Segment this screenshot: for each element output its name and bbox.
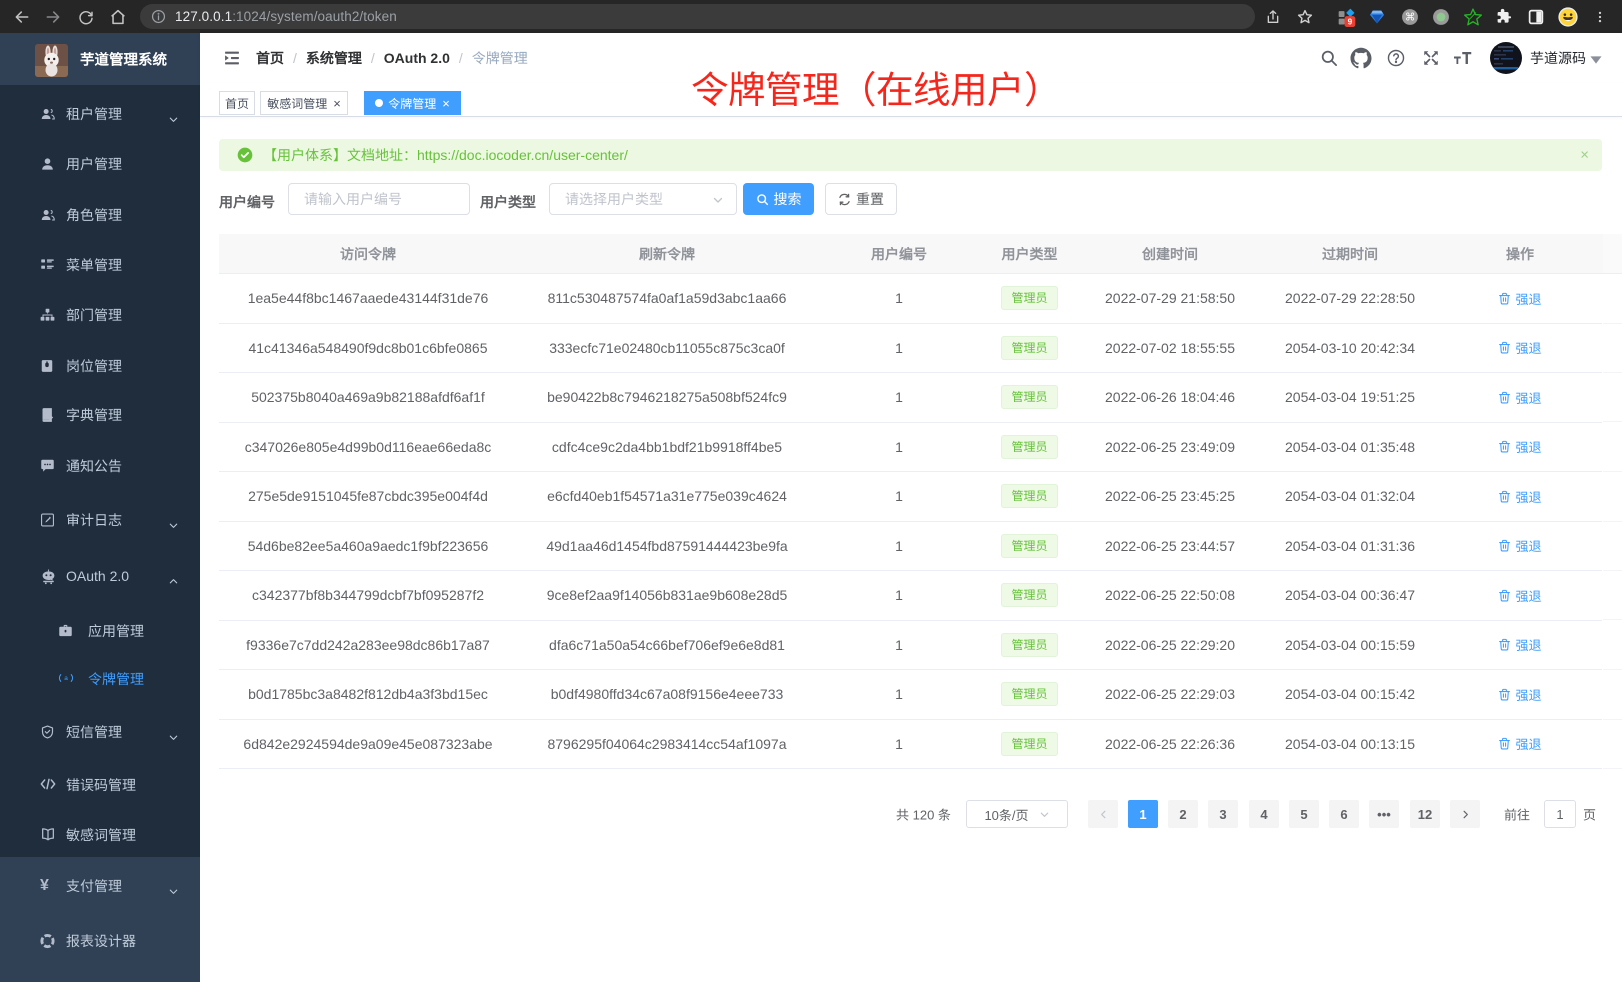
svg-text:⌘: ⌘ [1405, 12, 1415, 23]
svg-text:9: 9 [1348, 16, 1353, 26]
svg-text:a: a [64, 675, 68, 682]
